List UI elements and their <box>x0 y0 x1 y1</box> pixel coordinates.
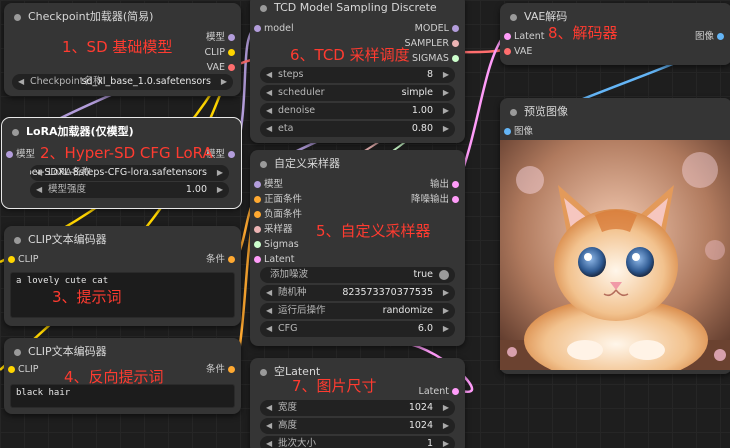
input-model[interactable]: 模型 <box>6 148 35 162</box>
arrow-right-icon[interactable]: ▶ <box>217 182 223 198</box>
collapse-dot-icon[interactable] <box>14 14 21 21</box>
input-clip[interactable]: CLIP <box>8 363 39 377</box>
arrow-left-icon[interactable]: ◀ <box>266 418 272 434</box>
collapse-dot-icon[interactable] <box>510 109 517 116</box>
input-sigmas[interactable]: Sigmas <box>254 238 299 252</box>
arrow-left-icon[interactable]: ◀ <box>266 121 272 137</box>
input-clip[interactable]: CLIP <box>8 253 39 267</box>
lora-name-combo[interactable]: ◀ LoRA名称 Hyper-SDXL-8steps-CFG-lora.safe… <box>30 165 229 181</box>
collapse-dot-icon[interactable] <box>12 129 19 136</box>
annotation-2: 2、Hyper-SD CFG LoRA <box>40 144 213 162</box>
batch-size-widget[interactable]: ◀ 批次大小 1 ▶ <box>260 436 455 448</box>
input-positive[interactable]: 正面条件 <box>254 193 302 207</box>
input-latent[interactable]: Latent <box>254 253 294 267</box>
output-output[interactable]: 输出 <box>430 178 459 192</box>
collapse-dot-icon[interactable] <box>260 161 267 168</box>
arrow-right-icon[interactable]: ▶ <box>443 436 449 448</box>
arrow-right-icon[interactable]: ▶ <box>443 103 449 119</box>
eta-widget[interactable]: ◀ eta 0.80 ▶ <box>260 121 455 137</box>
arrow-left-icon[interactable]: ◀ <box>266 285 272 301</box>
arrow-right-icon[interactable]: ▶ <box>443 85 449 101</box>
arrow-left-icon[interactable]: ◀ <box>266 103 272 119</box>
input-latent[interactable]: Latent <box>504 30 544 44</box>
node-graph-canvas[interactable]: Checkpoint加载器(简易) 模型 CLIP VAE ◀ Checkpoi… <box>0 0 730 448</box>
annotation-1: 1、SD 基础模型 <box>62 38 173 56</box>
arrow-right-icon[interactable]: ▶ <box>443 400 449 416</box>
annotation-8: 8、解码器 <box>548 24 618 42</box>
arrow-right-icon[interactable]: ▶ <box>443 303 449 319</box>
control-after-generate-combo[interactable]: ◀ 运行后操作 randomize ▶ <box>260 303 455 319</box>
output-model[interactable]: 模型 <box>206 31 235 45</box>
clip-text-encode-positive-node[interactable]: CLIP文本编码器 CLIP 条件 a lovely cute cat <box>4 226 241 326</box>
arrow-right-icon[interactable]: ▶ <box>221 74 227 90</box>
wire-latent-out <box>460 35 505 173</box>
output-conditioning[interactable]: 条件 <box>206 253 235 267</box>
empty-latent-node[interactable]: 空Latent Latent ◀ 宽度 1024 ▶ ◀ 高度 1024 ▶ ◀ 批次大小 1 ▶ <box>250 358 465 448</box>
toggle-knob-icon[interactable] <box>439 270 449 280</box>
input-model[interactable]: 模型 <box>254 178 283 192</box>
arrow-right-icon[interactable]: ▶ <box>443 285 449 301</box>
input-sampler[interactable]: 采样器 <box>254 223 293 237</box>
output-conditioning[interactable]: 条件 <box>206 363 235 377</box>
custom-sampler-node[interactable]: 自定义采样器 模型 正面条件 负面条件 采样器 Sigmas Latent 输出… <box>250 150 465 346</box>
collapse-dot-icon[interactable] <box>260 5 267 12</box>
node-title[interactable]: CLIP文本编码器 <box>4 338 241 366</box>
model-strength-slider[interactable]: ◀ 模型强度 1.00 ▶ <box>30 182 229 198</box>
arrow-left-icon[interactable]: ◀ <box>266 321 272 337</box>
output-clip[interactable]: CLIP <box>205 46 235 60</box>
cfg-widget[interactable]: ◀ CFG 6.0 ▶ <box>260 321 455 337</box>
arrow-left-icon[interactable]: ◀ <box>266 400 272 416</box>
add-noise-toggle[interactable]: 添加噪波 true <box>260 267 455 283</box>
input-vae[interactable]: VAE <box>504 45 532 59</box>
output-denoised[interactable]: 降噪输出 <box>411 193 459 207</box>
preview-image-node[interactable]: 预览图像 图像 <box>500 98 730 374</box>
preview-cat-image <box>500 140 730 370</box>
height-widget[interactable]: ◀ 高度 1024 ▶ <box>260 418 455 434</box>
collapse-dot-icon[interactable] <box>14 237 21 244</box>
output-image[interactable]: 图像 <box>695 30 724 44</box>
output-sampler[interactable]: SAMPLER <box>404 37 459 51</box>
tcd-model-sampling-node[interactable]: TCD Model Sampling Discrete model MODEL … <box>250 0 465 143</box>
annotation-7: 7、图片尺寸 <box>292 377 377 395</box>
denoise-widget[interactable]: ◀ denoise 1.00 ▶ <box>260 103 455 119</box>
annotation-5: 5、自定义采样器 <box>316 222 431 240</box>
input-negative[interactable]: 负面条件 <box>254 208 302 222</box>
node-title[interactable]: 预览图像 <box>500 98 730 126</box>
arrow-right-icon[interactable]: ▶ <box>443 67 449 83</box>
ckpt-name-combo[interactable]: ◀ Checkpoint名称 sd_xl_base_1.0.safetensor… <box>12 74 233 90</box>
output-vae[interactable]: VAE <box>207 61 235 75</box>
annotation-4: 4、反向提示词 <box>64 368 164 386</box>
scheduler-widget[interactable]: ◀ scheduler simple ▶ <box>260 85 455 101</box>
output-latent[interactable]: Latent <box>419 385 459 399</box>
steps-widget[interactable]: ◀ steps 8 ▶ <box>260 67 455 83</box>
arrow-right-icon[interactable]: ▶ <box>443 418 449 434</box>
node-title[interactable]: CLIP文本编码器 <box>4 226 241 254</box>
arrow-left-icon[interactable]: ◀ <box>36 182 42 198</box>
node-title[interactable]: TCD Model Sampling Discrete <box>250 0 465 22</box>
arrow-left-icon[interactable]: ◀ <box>266 303 272 319</box>
arrow-right-icon[interactable]: ▶ <box>217 165 223 181</box>
collapse-dot-icon[interactable] <box>510 14 517 21</box>
seed-widget[interactable]: ◀ 随机种 823573370377535 ▶ <box>260 285 455 301</box>
prompt-textarea[interactable]: a lovely cute cat <box>10 272 235 318</box>
arrow-right-icon[interactable]: ▶ <box>443 321 449 337</box>
output-model[interactable]: MODEL <box>415 22 459 36</box>
width-widget[interactable]: ◀ 宽度 1024 ▶ <box>260 400 455 416</box>
annotation-6: 6、TCD 采样调度 <box>290 46 410 64</box>
arrow-left-icon[interactable]: ◀ <box>266 436 272 448</box>
collapse-dot-icon[interactable] <box>14 349 21 356</box>
input-image[interactable]: 图像 <box>504 125 533 139</box>
arrow-left-icon[interactable]: ◀ <box>18 74 24 90</box>
lora-loader-node[interactable]: LoRA加载器(仅模型) 模型 模型 ◀ LoRA名称 Hyper-SDXL-8… <box>1 117 242 209</box>
input-model[interactable]: model <box>254 22 294 36</box>
node-title[interactable]: 自定义采样器 <box>250 150 465 178</box>
negative-prompt-textarea[interactable]: black hair <box>10 384 235 408</box>
node-title[interactable]: Checkpoint加载器(简易) <box>4 3 241 31</box>
arrow-left-icon[interactable]: ◀ <box>266 67 272 83</box>
output-sigmas[interactable]: SIGMAS <box>412 52 459 66</box>
arrow-right-icon[interactable]: ▶ <box>443 121 449 137</box>
collapse-dot-icon[interactable] <box>260 369 267 376</box>
arrow-left-icon[interactable]: ◀ <box>266 85 272 101</box>
annotation-3: 3、提示词 <box>52 288 122 306</box>
